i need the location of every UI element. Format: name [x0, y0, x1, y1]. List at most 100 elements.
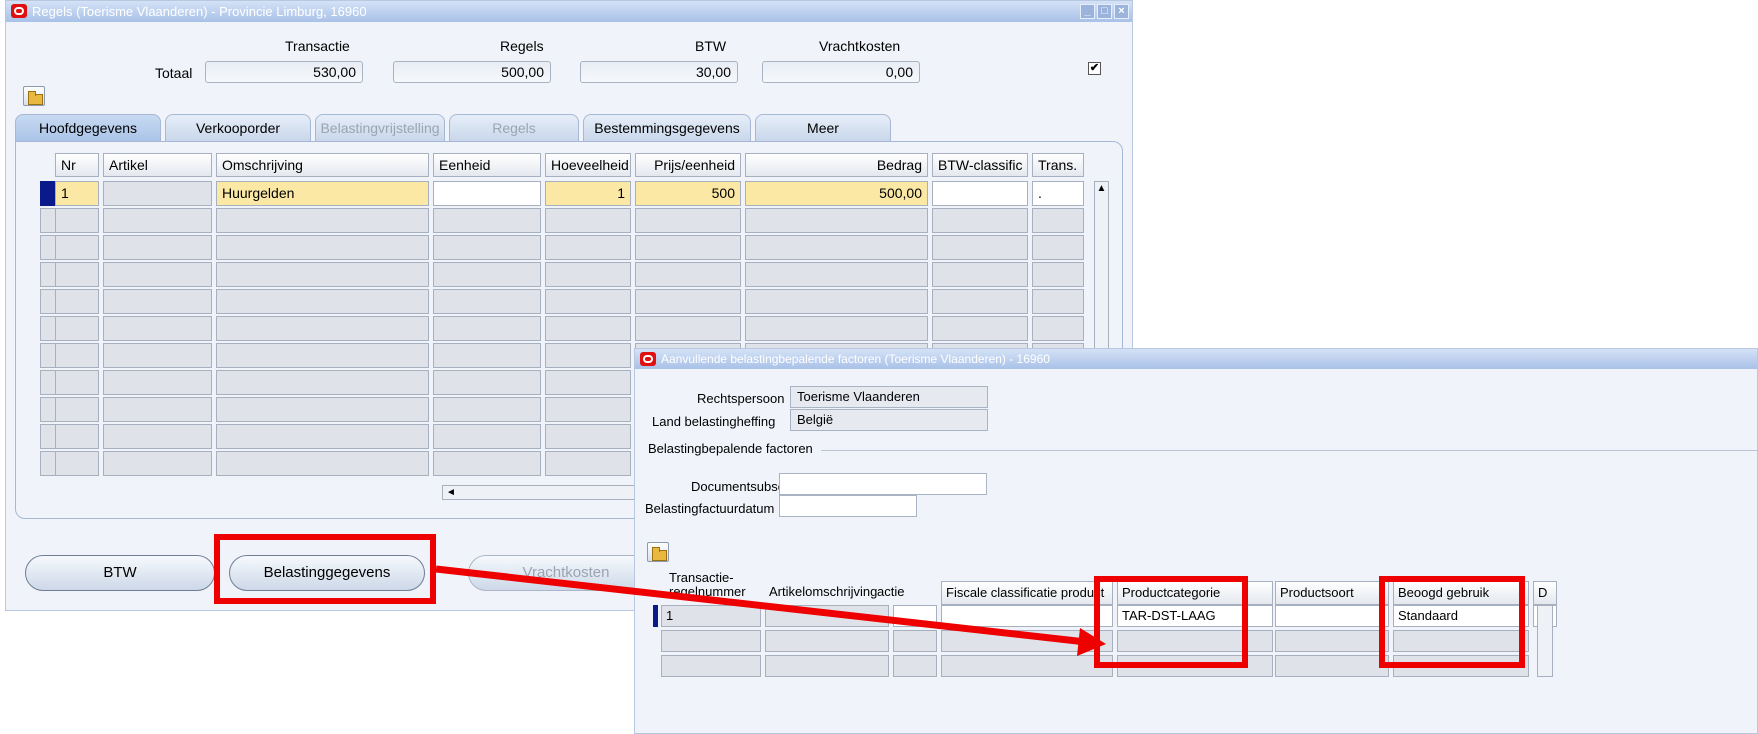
empty-cell[interactable] — [55, 397, 99, 422]
btw-button[interactable]: BTW — [25, 555, 215, 591]
empty-cell[interactable] — [545, 343, 631, 368]
empty-cell[interactable] — [545, 397, 631, 422]
empty-cell[interactable] — [55, 235, 99, 260]
empty-cell[interactable] — [545, 370, 631, 395]
empty-cell[interactable] — [765, 655, 889, 677]
empty-cell[interactable] — [1032, 235, 1084, 260]
tab-meer[interactable]: Meer — [755, 114, 891, 142]
sub-vertical-scrollbar[interactable] — [1537, 605, 1553, 677]
empty-cell[interactable] — [635, 208, 741, 233]
empty-cell[interactable] — [103, 397, 212, 422]
maximize-button[interactable]: □ — [1097, 4, 1112, 19]
empty-cell[interactable] — [745, 262, 928, 287]
empty-cell[interactable] — [216, 343, 429, 368]
empty-cell[interactable] — [745, 208, 928, 233]
empty-cell[interactable] — [103, 424, 212, 449]
empty-cell[interactable] — [55, 370, 99, 395]
empty-cell[interactable] — [103, 316, 212, 341]
empty-cell[interactable] — [216, 289, 429, 314]
empty-cell[interactable] — [635, 262, 741, 287]
empty-cell[interactable] — [545, 208, 631, 233]
empty-cell[interactable] — [765, 630, 889, 652]
empty-cell[interactable] — [55, 208, 99, 233]
scroll-left-arrow-icon[interactable]: ◄ — [446, 487, 456, 498]
empty-cell[interactable] — [635, 235, 741, 260]
empty-cell[interactable] — [216, 424, 429, 449]
cell-hoeveelheid[interactable]: 1 — [545, 181, 631, 206]
empty-cell[interactable] — [433, 343, 541, 368]
empty-cell[interactable] — [103, 208, 212, 233]
empty-cell[interactable] — [216, 451, 429, 476]
tab-bestemmingsgegevens[interactable]: Bestemmingsgegevens — [583, 114, 751, 142]
empty-cell[interactable] — [216, 397, 429, 422]
empty-cell[interactable] — [433, 370, 541, 395]
empty-cell[interactable] — [55, 424, 99, 449]
cell-artikelomschrijving[interactable] — [765, 605, 889, 627]
cell-actie[interactable] — [893, 605, 937, 627]
empty-cell[interactable] — [932, 262, 1028, 287]
empty-cell[interactable] — [433, 289, 541, 314]
empty-cell[interactable] — [893, 655, 937, 677]
totals-checkbox[interactable]: ✔ — [1088, 62, 1101, 75]
empty-cell[interactable] — [433, 316, 541, 341]
empty-cell[interactable] — [545, 289, 631, 314]
empty-cell[interactable] — [545, 235, 631, 260]
open-folder-icon[interactable] — [647, 542, 669, 562]
empty-cell[interactable] — [55, 316, 99, 341]
empty-cell[interactable] — [55, 289, 99, 314]
tab-verkooporder[interactable]: Verkooporder — [165, 114, 311, 142]
empty-cell[interactable] — [661, 630, 761, 652]
empty-cell[interactable] — [216, 235, 429, 260]
empty-cell[interactable] — [433, 424, 541, 449]
scroll-up-arrow-icon[interactable]: ▲ — [1095, 182, 1108, 196]
documentsubsoort-field[interactable] — [779, 473, 987, 495]
empty-cell[interactable] — [932, 289, 1028, 314]
empty-cell[interactable] — [932, 316, 1028, 341]
empty-cell[interactable] — [103, 262, 212, 287]
belastingfactuurdatum-field[interactable] — [779, 495, 917, 517]
empty-cell[interactable] — [103, 235, 212, 260]
cell-artikel[interactable] — [103, 181, 212, 206]
empty-cell[interactable] — [545, 316, 631, 341]
empty-cell[interactable] — [1032, 208, 1084, 233]
empty-cell[interactable] — [103, 451, 212, 476]
cell-omschrijving[interactable]: Huurgelden — [216, 181, 429, 206]
cell-fiscale-classificatie[interactable] — [941, 605, 1113, 627]
open-folder-icon[interactable] — [23, 86, 45, 106]
empty-cell[interactable] — [545, 262, 631, 287]
empty-cell[interactable] — [55, 451, 99, 476]
cell-eenheid[interactable] — [433, 181, 541, 206]
empty-cell[interactable] — [941, 630, 1113, 652]
horizontal-scrollbar[interactable]: ◄ — [442, 485, 642, 500]
empty-cell[interactable] — [941, 655, 1113, 677]
sub-row-selector-current[interactable] — [653, 605, 658, 627]
empty-cell[interactable] — [745, 235, 928, 260]
empty-cell[interactable] — [635, 316, 741, 341]
empty-cell[interactable] — [893, 630, 937, 652]
tab-belastingvrijstelling[interactable]: Belastingvrijstelling — [315, 114, 445, 142]
cell-trans[interactable]: . — [1032, 181, 1084, 206]
tab-regels[interactable]: Regels — [449, 114, 579, 142]
empty-cell[interactable] — [103, 343, 212, 368]
empty-cell[interactable] — [745, 289, 928, 314]
cell-nr[interactable]: 1 — [55, 181, 99, 206]
empty-cell[interactable] — [433, 451, 541, 476]
empty-cell[interactable] — [745, 316, 928, 341]
empty-cell[interactable] — [932, 235, 1028, 260]
empty-cell[interactable] — [433, 208, 541, 233]
empty-cell[interactable] — [661, 655, 761, 677]
empty-cell[interactable] — [1032, 289, 1084, 314]
empty-cell[interactable] — [55, 343, 99, 368]
empty-cell[interactable] — [103, 370, 212, 395]
empty-cell[interactable] — [1275, 655, 1389, 677]
tab-hoofdgegevens[interactable]: Hoofdgegevens — [15, 114, 161, 143]
empty-cell[interactable] — [433, 262, 541, 287]
empty-cell[interactable] — [635, 289, 741, 314]
empty-cell[interactable] — [216, 262, 429, 287]
empty-cell[interactable] — [216, 370, 429, 395]
empty-cell[interactable] — [433, 235, 541, 260]
cell-bedrag[interactable]: 500,00 — [745, 181, 928, 206]
empty-cell[interactable] — [1032, 262, 1084, 287]
empty-cell[interactable] — [1275, 630, 1389, 652]
empty-cell[interactable] — [216, 316, 429, 341]
